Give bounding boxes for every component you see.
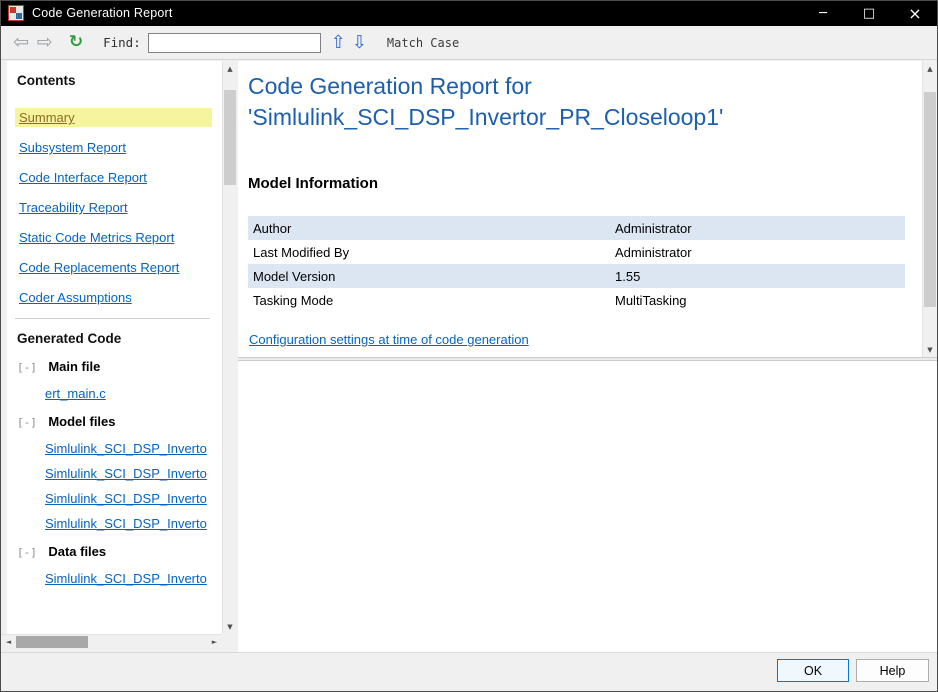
tree-group-main-file: [-] Main file <box>17 358 222 376</box>
tree-group-label: Model files <box>48 414 116 429</box>
scrollbar-thumb[interactable] <box>924 92 936 307</box>
file-link-ert-main[interactable]: ert_main.c <box>45 386 220 401</box>
maximize-button[interactable]: □ <box>846 0 892 26</box>
back-icon[interactable]: ⇦ <box>13 33 29 52</box>
info-label: Tasking Mode <box>253 292 334 308</box>
table-row: Author Administrator <box>248 216 905 240</box>
collapse-icon[interactable]: [-] <box>17 416 37 429</box>
contents-heading: Contents <box>17 73 76 88</box>
scroll-down-icon[interactable]: ▼ <box>223 619 237 634</box>
file-link-model-file[interactable]: Simlulink_SCI_DSP_Inverto <box>45 491 220 506</box>
window-controls: ─ □ × <box>800 0 938 26</box>
generated-code-heading: Generated Code <box>17 331 122 346</box>
info-label: Model Version <box>253 268 336 284</box>
scroll-up-icon[interactable]: ▲ <box>223 61 237 76</box>
toc-link-static-code-metrics-report[interactable]: Static Code Metrics Report <box>15 228 212 247</box>
minimize-button[interactable]: ─ <box>800 0 846 26</box>
tree-group-data-files: [-] Data files <box>17 543 222 561</box>
report-title-line2: 'Simlulink_SCI_DSP_Invertor_PR_Closeloop… <box>248 104 724 130</box>
find-toolbar: ⇦ ⇨ ↻ Find: ⇧ ⇩ Match Case <box>1 26 937 60</box>
scrollbar-track[interactable] <box>223 76 237 619</box>
file-link-model-file[interactable]: Simlulink_SCI_DSP_Inverto <box>45 466 220 481</box>
collapse-icon[interactable]: [-] <box>17 546 37 559</box>
footer-bar: OK Help <box>1 652 937 691</box>
scroll-left-icon[interactable]: ◄ <box>1 635 16 649</box>
forward-icon[interactable]: ⇨ <box>37 33 53 52</box>
code-view-pane <box>238 361 937 652</box>
info-label: Last Modified By <box>253 244 350 260</box>
scrollbar-thumb[interactable] <box>224 90 236 185</box>
tree-group-label: Data files <box>48 544 107 559</box>
info-value: MultiTasking <box>615 292 687 308</box>
model-info-table: Author Administrator Last Modified By Ad… <box>248 216 905 312</box>
toc-link-subsystem-report[interactable]: Subsystem Report <box>15 138 212 157</box>
scrollbar-track[interactable] <box>923 76 937 342</box>
window-title: Code Generation Report <box>32 6 173 20</box>
scrollbar-track[interactable] <box>16 635 207 649</box>
sidebar-vertical-scrollbar[interactable]: ▲ ▼ <box>222 61 237 634</box>
scroll-down-icon[interactable]: ▼ <box>923 342 937 357</box>
tree-group-model-files: [-] Model files <box>17 413 222 431</box>
tree-group-label: Main file <box>48 359 101 374</box>
report-title: Code Generation Report for 'Simlulink_SC… <box>248 71 907 133</box>
table-row: Model Version 1.55 <box>248 264 905 288</box>
toc-link-code-interface-report[interactable]: Code Interface Report <box>15 168 212 187</box>
info-label: Author <box>253 220 292 236</box>
toc-link-coder-assumptions[interactable]: Coder Assumptions <box>15 288 212 307</box>
file-link-data-file[interactable]: Simlulink_SCI_DSP_Inverto <box>45 571 220 586</box>
scroll-right-icon[interactable]: ► <box>207 635 222 649</box>
table-row: Tasking Mode MultiTasking <box>248 288 905 312</box>
info-value: Administrator <box>615 244 692 260</box>
contents-panel: Contents Summary Subsystem Report Code I… <box>7 61 222 634</box>
report-vertical-scrollbar[interactable]: ▲ ▼ <box>922 61 937 357</box>
toc-link-summary[interactable]: Summary <box>15 108 212 127</box>
info-value: 1.55 <box>615 268 641 284</box>
configuration-settings-link[interactable]: Configuration settings at time of code g… <box>249 332 529 347</box>
scrollbar-thumb[interactable] <box>16 636 88 648</box>
model-information-heading: Model Information <box>248 175 378 192</box>
titlebar: Code Generation Report ─ □ × <box>0 0 938 26</box>
sidebar-horizontal-scrollbar[interactable]: ◄ ► <box>1 634 222 649</box>
toc-link-traceability-report[interactable]: Traceability Report <box>15 198 212 217</box>
app-icon <box>8 5 24 21</box>
report-pane: Code Generation Report for 'Simlulink_SC… <box>238 61 937 357</box>
close-button[interactable]: × <box>892 0 938 26</box>
match-case-toggle[interactable]: Match Case <box>387 36 459 50</box>
ok-button[interactable]: OK <box>777 659 849 682</box>
table-row: Last Modified By Administrator <box>248 240 905 264</box>
find-previous-icon[interactable]: ⇧ <box>331 33 346 52</box>
report-title-line1: Code Generation Report for <box>248 73 532 99</box>
sidebar-divider <box>15 318 210 319</box>
refresh-icon[interactable]: ↻ <box>69 34 83 51</box>
info-value: Administrator <box>615 220 692 236</box>
help-button[interactable]: Help <box>856 659 929 682</box>
collapse-icon[interactable]: [-] <box>17 361 37 374</box>
file-link-model-file[interactable]: Simlulink_SCI_DSP_Inverto <box>45 441 220 456</box>
toc-link-code-replacements-report[interactable]: Code Replacements Report <box>15 258 212 277</box>
find-input[interactable] <box>147 32 321 53</box>
find-label: Find: <box>103 35 141 50</box>
find-next-icon[interactable]: ⇩ <box>352 33 367 52</box>
file-link-model-file[interactable]: Simlulink_SCI_DSP_Inverto <box>45 516 220 531</box>
scroll-up-icon[interactable]: ▲ <box>923 61 937 76</box>
